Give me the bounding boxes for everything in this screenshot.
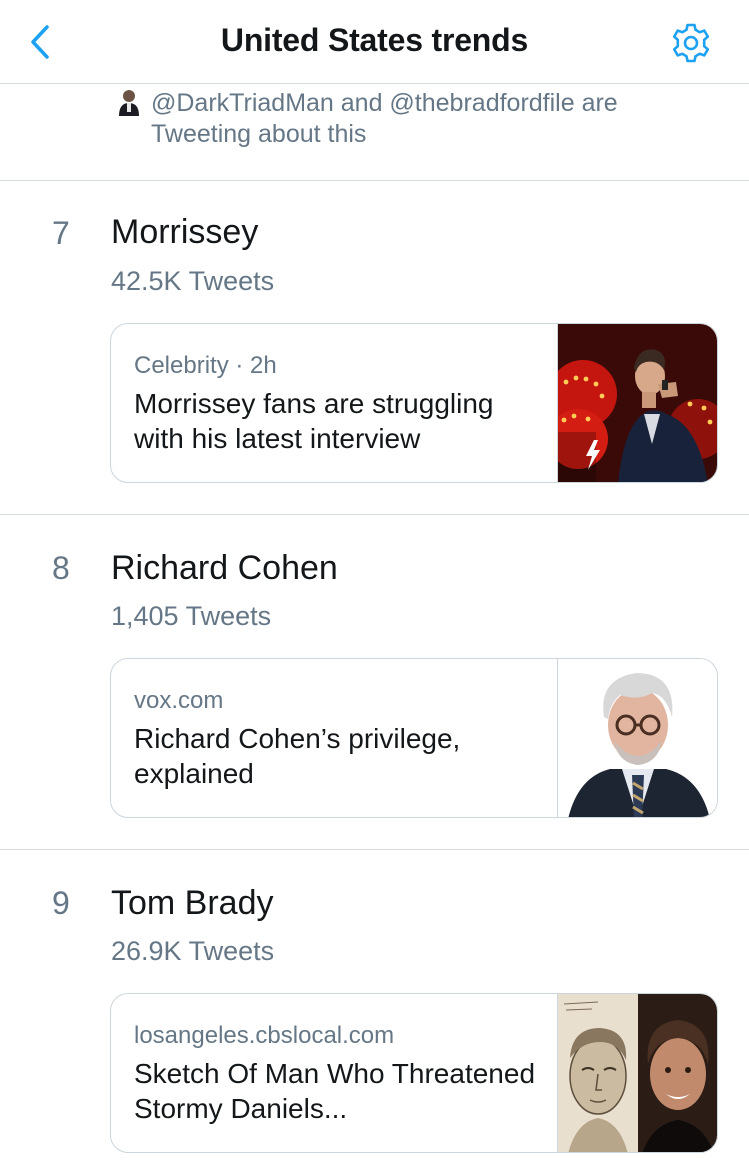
card-time: 2h [250,352,277,379]
context-text: @DarkTriadMan and @thebradfordfile are T… [151,89,618,148]
trend-item[interactable]: 8 Richard Cohen 1,405 Tweets vox.com Ric… [0,515,749,850]
card-meta-separator: · [235,352,244,379]
avatar[interactable] [117,88,141,116]
page-title: United States trends [220,22,529,58]
nav-header: United States trends [0,0,749,84]
trend-name: Tom Brady [111,884,274,922]
card-headline: Sketch Of Man Who Threatened Stormy Dani… [134,1058,536,1124]
trend-news-card[interactable]: losangeles.cbslocal.com Sketch Of Man Wh… [110,993,718,1153]
trend-item[interactable]: 7 Morrissey 42.5K Tweets Celebrity · 2h … [0,181,749,515]
trend-tweet-count: 42.5K Tweets [111,266,275,296]
trend-rank: 9 [52,885,70,921]
trend-tweet-count: 26.9K Tweets [111,936,275,966]
trend-tweet-count: 1,405 Tweets [111,601,272,631]
trend-news-card[interactable]: vox.com Richard Cohen’s privilege, expla… [110,658,718,818]
card-source: losangeles.cbslocal.com [134,1022,395,1049]
card-headline: Morrissey fans are struggling with his l… [134,388,494,454]
settings-button[interactable] [668,20,714,66]
trend-name: Richard Cohen [111,549,338,587]
trend-context: @DarkTriadMan and @thebradfordfile are T… [0,84,749,181]
trend-rank: 8 [52,550,70,586]
card-source: vox.com [134,687,224,714]
card-meta: Celebrity · 2h [134,352,277,380]
trend-item[interactable]: 9 Tom Brady 26.9K Tweets losangeles.cbsl… [0,850,749,1160]
trend-rank: 7 [52,215,70,251]
card-category: Celebrity [134,352,229,379]
trend-news-card[interactable]: Celebrity · 2h Morrissey fans are strugg… [110,323,718,483]
trend-name: Morrissey [111,213,259,251]
card-thumbnail [557,324,717,482]
card-thumbnail [557,994,717,1152]
gear-icon [672,23,710,63]
card-thumbnail [557,659,717,817]
card-headline: Richard Cohen’s privilege, explained [134,723,461,789]
